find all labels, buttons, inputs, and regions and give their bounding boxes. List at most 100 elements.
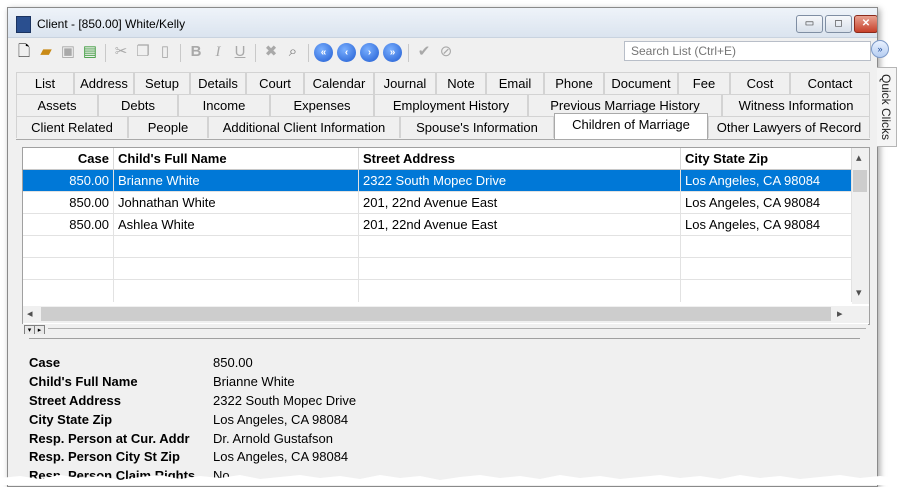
tab-court[interactable]: Court (246, 72, 304, 94)
detail-value: Los Angeles, CA 98084 (213, 412, 349, 427)
vertical-scrollbar[interactable]: ▴ ▾ (852, 148, 869, 304)
tab-assets[interactable]: Assets (16, 94, 98, 116)
tab-setup[interactable]: Setup (134, 72, 190, 94)
quick-clicks-panel[interactable]: Quick Clicks (877, 67, 897, 147)
open-folder-icon[interactable]: ▰ (36, 42, 56, 62)
close-button[interactable]: ✕ (854, 15, 877, 33)
quick-clicks-toggle-icon[interactable]: » (871, 40, 889, 58)
tab-people[interactable]: People (128, 116, 208, 138)
column-header-childs-full-name[interactable]: Child's Full Name (114, 148, 359, 170)
save-close-icon[interactable]: ▤ (80, 42, 100, 62)
tab-fee[interactable]: Fee (678, 72, 730, 94)
tab-row-1: List Address Setup Details Court Calenda… (16, 72, 870, 94)
cell-case: 850.00 (23, 192, 114, 214)
column-header-street-address[interactable]: Street Address (359, 148, 681, 170)
detail-panel: Case 850.00 Child's Full Name Brianne Wh… (22, 334, 868, 486)
tab-note[interactable]: Note (436, 72, 486, 94)
find-icon[interactable]: ⌕ (283, 42, 303, 62)
paste-icon[interactable]: ▯ (155, 42, 175, 62)
tab-list[interactable]: List (16, 72, 74, 94)
app-icon (16, 16, 31, 33)
cell-city-state-zip: Los Angeles, CA 98084 (681, 170, 852, 192)
scroll-right-icon[interactable]: ▸ (837, 307, 843, 320)
tab-income[interactable]: Income (178, 94, 270, 116)
tab-phone[interactable]: Phone (544, 72, 604, 94)
tab-witness-information[interactable]: Witness Information (722, 94, 870, 116)
detail-label: Resp. Person City St Zip (29, 449, 180, 464)
cell-case: 850.00 (23, 214, 114, 236)
horizontal-scrollbar[interactable]: ◂ ▸ (23, 306, 869, 323)
detail-value: Los Angeles, CA 98084 (213, 449, 349, 464)
tab-expenses[interactable]: Expenses (270, 94, 374, 116)
cell-childs-full-name: Brianne White (114, 170, 359, 192)
tab-email[interactable]: Email (486, 72, 544, 94)
new-document-icon[interactable]: 🗋 (14, 42, 34, 62)
toolbar-separator (180, 44, 181, 62)
column-header-city-state-zip[interactable]: City State Zip (681, 148, 852, 170)
scroll-down-icon[interactable]: ▾ (856, 286, 862, 299)
tab-children-of-marriage[interactable]: Children of Marriage (554, 113, 708, 139)
last-record-icon[interactable]: » (383, 43, 402, 62)
column-header-case[interactable]: Case (23, 148, 114, 170)
cell-childs-full-name: Ashlea White (114, 214, 359, 236)
maximize-button[interactable]: ◻ (825, 15, 852, 33)
italic-icon[interactable]: I (208, 42, 228, 62)
tab-contact[interactable]: Contact (790, 72, 870, 94)
cell-city-state-zip: Los Angeles, CA 98084 (681, 214, 852, 236)
detail-value: 2322 South Mopec Drive (213, 393, 357, 408)
detail-label: Street Address (29, 393, 121, 408)
toolbar-separator (255, 44, 256, 62)
delete-icon[interactable]: ✖ (261, 42, 281, 62)
tab-row-3: Client Related People Additional Client … (16, 113, 870, 140)
search-input[interactable] (624, 41, 871, 61)
title-bar: Client - [850.00] White/Kelly ▭ ◻ ✕ (8, 8, 877, 38)
tab-client-related[interactable]: Client Related (16, 116, 128, 138)
cell-street-address: 2322 South Mopec Drive (359, 170, 681, 192)
children-grid: Case Child's Full Name Street Address Ci… (22, 147, 870, 325)
save-icon[interactable]: ▣ (58, 42, 78, 62)
toolbar-separator (308, 44, 309, 62)
detail-value: Dr. Arnold Gustafson (213, 431, 333, 446)
torn-edge (0, 475, 898, 485)
tab-journal[interactable]: Journal (374, 72, 436, 94)
panel-splitter[interactable]: ▾ ▸ (22, 324, 868, 336)
tab-other-lawyers-of-record[interactable]: Other Lawyers of Record (708, 116, 870, 138)
toolbar-separator (408, 44, 409, 62)
cut-icon[interactable]: ✂ (111, 42, 131, 62)
splitter-line (48, 328, 866, 329)
horizontal-scroll-thumb[interactable] (41, 307, 831, 321)
tab-row-2: Assets Debts Income Expenses Employment … (16, 94, 870, 116)
tab-document[interactable]: Document (604, 72, 678, 94)
underline-icon[interactable]: U (230, 42, 250, 62)
accept-icon[interactable]: ✔ (414, 42, 434, 62)
cell-childs-full-name: Johnathan White (114, 192, 359, 214)
detail-value: 850.00 (213, 355, 253, 370)
tab-debts[interactable]: Debts (98, 94, 178, 116)
copy-icon[interactable]: ❐ (133, 42, 153, 62)
first-record-icon[interactable]: « (314, 43, 333, 62)
cell-case: 850.00 (23, 170, 114, 192)
client-window: Client - [850.00] White/Kelly ▭ ◻ ✕ 🗋 ▰ … (7, 7, 878, 487)
detail-divider (29, 338, 860, 339)
scroll-left-icon[interactable]: ◂ (27, 307, 33, 320)
vertical-scroll-thumb[interactable] (853, 170, 867, 192)
tab-cost[interactable]: Cost (730, 72, 790, 94)
tab-address[interactable]: Address (74, 72, 134, 94)
tab-calendar[interactable]: Calendar (304, 72, 374, 94)
detail-label: Child's Full Name (29, 374, 138, 389)
tab-spouses-information[interactable]: Spouse's Information (400, 116, 554, 138)
tab-strip: List Address Setup Details Court Calenda… (16, 72, 870, 144)
minimize-button[interactable]: ▭ (796, 15, 823, 33)
bold-icon[interactable]: B (186, 42, 206, 62)
cell-street-address: 201, 22nd Avenue East (359, 214, 681, 236)
previous-record-icon[interactable]: ‹ (337, 43, 356, 62)
tab-employment-history[interactable]: Employment History (374, 94, 528, 116)
cancel-icon[interactable]: ⊘ (436, 42, 456, 62)
window-title: Client - [850.00] White/Kelly (37, 17, 186, 31)
tab-additional-client-information[interactable]: Additional Client Information (208, 116, 400, 138)
tab-details[interactable]: Details (190, 72, 246, 94)
scroll-up-icon[interactable]: ▴ (856, 151, 862, 164)
detail-label: City State Zip (29, 412, 113, 427)
cell-street-address: 201, 22nd Avenue East (359, 192, 681, 214)
next-record-icon[interactable]: › (360, 43, 379, 62)
